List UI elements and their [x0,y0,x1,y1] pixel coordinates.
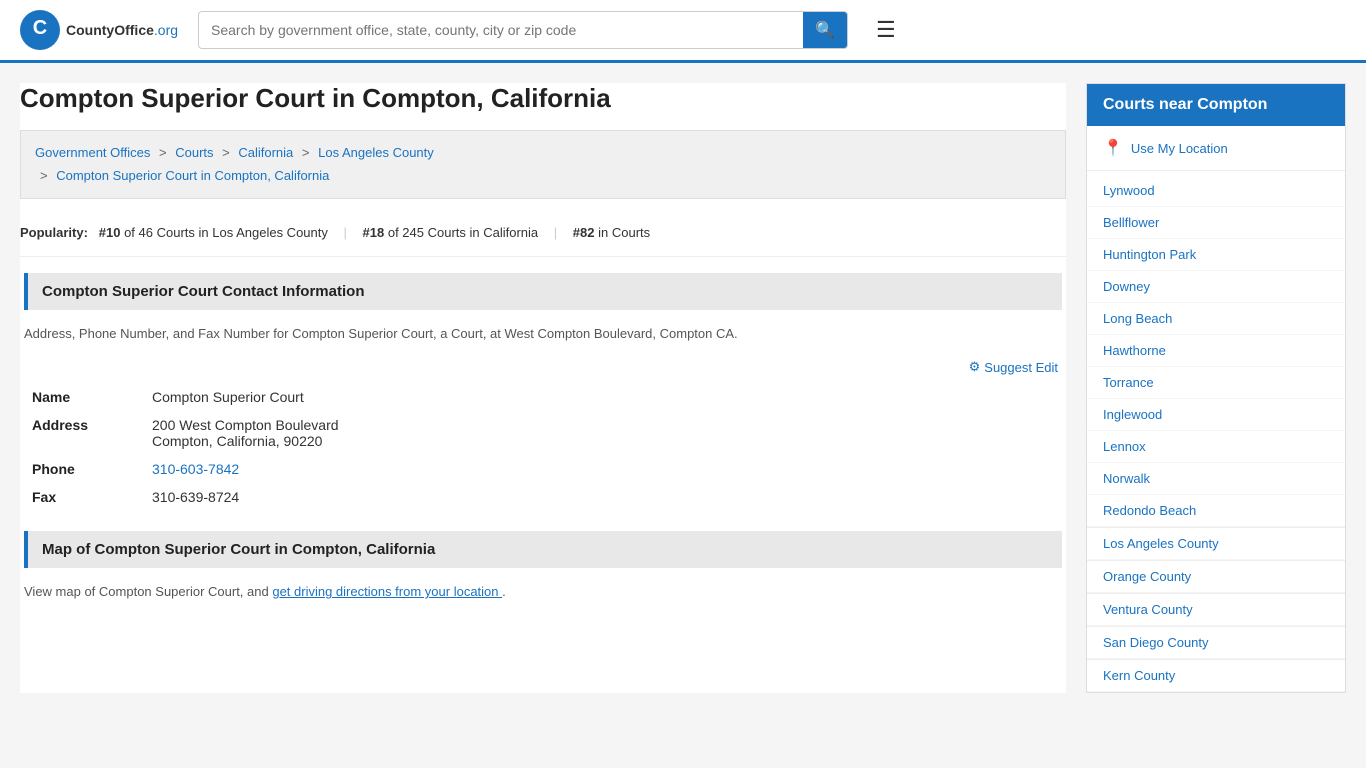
popularity-section: Popularity: #10 of 46 Courts in Los Ange… [20,215,1066,257]
popularity-rank2: #18 of 245 Courts in California [363,225,542,240]
logo[interactable]: C CountyOffice.org [20,10,178,50]
sidebar-county-link[interactable]: Los Angeles County [1087,527,1345,560]
breadcrumb-link-gov[interactable]: Government Offices [35,145,150,160]
sidebar-city-link[interactable]: Lennox [1087,431,1345,463]
sidebar-counties: Los Angeles CountyOrange CountyVentura C… [1087,527,1345,692]
popularity-rank2-text: of 245 Courts in California [388,225,538,240]
name-value: Compton Superior Court [144,383,1062,411]
breadcrumb-sep-2: > [222,145,230,160]
map-section-header: Map of Compton Superior Court in Compton… [24,531,1062,568]
phone-link[interactable]: 310-603-7842 [152,461,239,477]
sidebar-city-link[interactable]: Lynwood [1087,175,1345,207]
popularity-rank3: #82 in Courts [573,225,650,240]
main-container: Compton Superior Court in Compton, Calif… [0,63,1366,713]
sidebar-box: Courts near Compton 📍 Use My Location Ly… [1086,83,1346,693]
map-desc-prefix: View map of Compton Superior Court, and [24,584,272,599]
header: C CountyOffice.org 🔍 ☰ [0,0,1366,63]
contact-section: Compton Superior Court Contact Informati… [20,273,1066,532]
sidebar-city-link[interactable]: Torrance [1087,367,1345,399]
address-line1: 200 West Compton Boulevard [152,417,1054,433]
search-button[interactable]: 🔍 [803,12,847,48]
content-area: Compton Superior Court in Compton, Calif… [20,83,1066,693]
edit-icon: ⚙ [969,359,981,375]
popularity-rank1: #10 of 46 Courts in Los Angeles County [99,225,332,240]
map-section: Map of Compton Superior Court in Compton… [20,531,1066,622]
name-label: Name [24,383,144,411]
address-value: 200 West Compton Boulevard Compton, Cali… [144,411,1062,455]
contact-section-header: Compton Superior Court Contact Informati… [24,273,1062,310]
fax-row: Fax 310-639-8724 [24,483,1062,511]
logo-text: CountyOffice.org [66,22,178,38]
sidebar: Courts near Compton 📍 Use My Location Ly… [1086,83,1346,693]
breadcrumb-sep-1: > [159,145,167,160]
page-title: Compton Superior Court in Compton, Calif… [20,83,1066,130]
address-line2: Compton, California, 90220 [152,433,1054,449]
search-bar: 🔍 [198,11,848,49]
driving-directions-link[interactable]: get driving directions from your locatio… [272,584,502,599]
popularity-label: Popularity: [20,225,88,240]
sidebar-city-link[interactable]: Huntington Park [1087,239,1345,271]
location-pin-icon: 📍 [1103,138,1123,158]
breadcrumb-sep-4: > [40,168,48,183]
sidebar-city-link[interactable]: Inglewood [1087,399,1345,431]
sidebar-city-link[interactable]: Hawthorne [1087,335,1345,367]
sidebar-county-link[interactable]: Kern County [1087,659,1345,692]
sidebar-county-link[interactable]: Orange County [1087,560,1345,593]
map-link-text: get driving directions from your locatio… [272,584,498,599]
breadcrumb-sep-3: > [302,145,310,160]
popularity-rank1-text: of 46 Courts in Los Angeles County [124,225,328,240]
pop-sep-1: | [344,225,347,240]
pop-sep-2: | [554,225,557,240]
suggest-edit-button[interactable]: ⚙ Suggest Edit [969,359,1058,375]
breadcrumb: Government Offices > Courts > California… [20,130,1066,199]
map-desc-suffix: . [502,584,506,599]
suggest-edit-label: Suggest Edit [984,360,1058,375]
contact-description: Address, Phone Number, and Fax Number fo… [24,324,1062,344]
map-description: View map of Compton Superior Court, and … [24,582,1062,602]
breadcrumb-link-current[interactable]: Compton Superior Court in Compton, Calif… [56,168,329,183]
search-input[interactable] [199,14,803,46]
sidebar-city-link[interactable]: Norwalk [1087,463,1345,495]
suggest-edit-area: ⚙ Suggest Edit [24,359,1062,383]
contact-info-table: Name Compton Superior Court Address 200 … [24,383,1062,511]
sidebar-city-link[interactable]: Downey [1087,271,1345,303]
svg-text:C: C [33,17,47,39]
sidebar-county-link[interactable]: San Diego County [1087,626,1345,659]
fax-label: Fax [24,483,144,511]
phone-row: Phone 310-603-7842 [24,455,1062,483]
breadcrumb-link-la-county[interactable]: Los Angeles County [318,145,434,160]
use-location-label: Use My Location [1131,141,1228,156]
name-row: Name Compton Superior Court [24,383,1062,411]
phone-label: Phone [24,455,144,483]
popularity-rank3-text: in Courts [598,225,650,240]
phone-value: 310-603-7842 [144,455,1062,483]
sidebar-city-link[interactable]: Bellflower [1087,207,1345,239]
sidebar-county-link[interactable]: Ventura County [1087,593,1345,626]
logo-icon: C [20,10,60,50]
sidebar-cities: LynwoodBellflowerHuntington ParkDowneyLo… [1087,175,1345,527]
address-row: Address 200 West Compton Boulevard Compt… [24,411,1062,455]
sidebar-city-link[interactable]: Redondo Beach [1087,495,1345,527]
sidebar-title: Courts near Compton [1087,84,1345,126]
menu-button[interactable]: ☰ [868,13,904,47]
use-my-location-link[interactable]: 📍 Use My Location [1087,126,1345,166]
sidebar-divider [1087,170,1345,171]
breadcrumb-link-california[interactable]: California [238,145,293,160]
fax-value: 310-639-8724 [144,483,1062,511]
sidebar-city-link[interactable]: Long Beach [1087,303,1345,335]
breadcrumb-link-courts[interactable]: Courts [175,145,213,160]
address-label: Address [24,411,144,455]
